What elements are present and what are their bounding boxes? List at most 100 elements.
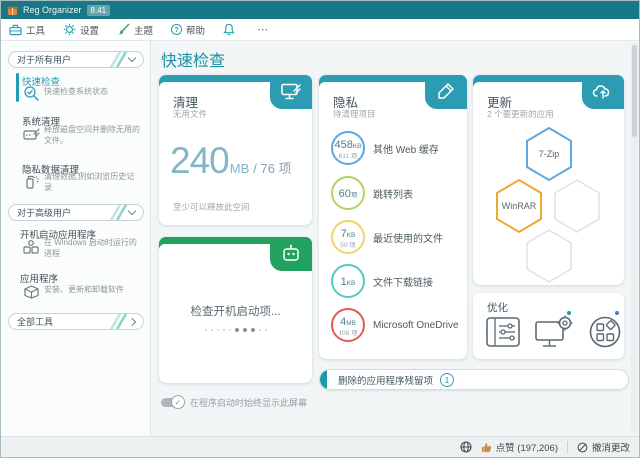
privacy-item-label: 跳转列表 <box>373 189 413 201</box>
privacy-item-onedrive[interactable]: 4MB 108 项 Microsoft OneDrive <box>331 308 459 342</box>
leftovers-count-badge: 1 <box>440 372 455 387</box>
privacy-item-web-cache[interactable]: 458KB 611 项 其他 Web 缓存 <box>331 131 439 165</box>
app-name-winrar: WinRAR <box>502 201 537 211</box>
status-bar: 点赞 (197,206) 撤消更改 <box>1 436 639 457</box>
sidebar-item-quick-check-desc: 快速检查系统状态 <box>44 87 108 96</box>
cleanup-card-icon <box>270 75 312 109</box>
undo-changes-button[interactable]: 撤消更改 <box>577 440 630 454</box>
notifications-button[interactable] <box>223 23 235 36</box>
disk-cleanup-icon <box>23 128 40 140</box>
optimize-card[interactable]: 优化 <box>473 293 624 359</box>
window-title: Reg Organizer <box>23 5 82 15</box>
chevron-right-icon <box>127 317 137 326</box>
vertical-scrollbar[interactable] <box>631 43 638 434</box>
paintbrush-icon <box>118 23 130 35</box>
sub-count: 108 项 <box>338 330 358 338</box>
bell-icon <box>223 23 235 36</box>
sidebar: 对于所有用户 快速检查 快速检查系统状态 系统清理 释放磁盘空间并删除无用的文件… <box>1 41 151 436</box>
cleanup-size: 240 MB / 76 项 <box>170 140 292 182</box>
privacy-item-recent-files[interactable]: 7KB 50 项 最近使用的文件 <box>331 220 443 254</box>
privacy-card[interactable]: 隐私 待清理项目 458KB 611 项 其他 Web 缓存 60项 跳转列表 <box>319 75 467 359</box>
robot-gear-icon <box>283 244 299 261</box>
page-title: 快速检查 <box>161 53 226 70</box>
menu-themes[interactable]: 主题 <box>117 23 153 37</box>
teal-cap <box>320 370 327 389</box>
privacy-subtitle: 待清理项目 <box>333 109 376 119</box>
menu-themes-label: 主题 <box>134 25 154 37</box>
title-bar: Reg Organizer 8.41 <box>1 1 639 19</box>
cleanup-card[interactable]: 清理 无用文件 240 MB / 76 项 至少可以释放此空间 <box>159 75 312 225</box>
menu-tools[interactable]: 工具 <box>9 23 45 37</box>
section-header-advanced[interactable]: 对于高级用户 <box>8 204 144 221</box>
chevron-down-icon <box>127 53 137 63</box>
progress-ring: 7KB 50 项 <box>331 220 365 254</box>
menu-help[interactable]: 帮助 <box>171 23 205 37</box>
toggle-label: 在程序启动时始终显示此屏幕 <box>190 398 308 408</box>
scrollbar-thumb[interactable] <box>632 45 637 137</box>
all-tools-button[interactable]: 全部工具 <box>8 313 144 330</box>
system-tweaks-icon[interactable] <box>535 315 575 349</box>
menu-help-label: 帮助 <box>186 25 206 37</box>
cleanup-unit: MB <box>229 161 250 176</box>
globe-icon[interactable] <box>460 441 472 453</box>
undo-label: 撤消更改 <box>591 443 630 454</box>
app-shapes-icon[interactable] <box>587 315 623 349</box>
updates-subtitle: 2 个要更新的应用 <box>487 109 554 119</box>
privacy-item-label: 文件下载链接 <box>373 277 433 289</box>
startup-card-icon <box>270 237 312 271</box>
menu-tools-label: 工具 <box>26 25 46 37</box>
sidebar-item-startup-apps-desc: 在 Windows 启动时运行的进程 <box>44 238 137 258</box>
menu-settings[interactable]: 设置 <box>63 23 99 37</box>
privacy-item-jump-lists[interactable]: 60项 跳转列表 <box>331 176 413 210</box>
spray-bottle-icon <box>26 175 39 189</box>
stripes-decoration <box>109 52 128 67</box>
section-header-all-users[interactable]: 对于所有用户 <box>8 51 144 68</box>
undo-icon <box>577 442 588 452</box>
clean-monitor-icon <box>281 83 301 100</box>
privacy-card-icon <box>425 75 467 109</box>
startup-check-card[interactable]: 检查开机启动项... <box>159 237 312 383</box>
progress-ring: 458KB 611 项 <box>331 131 365 165</box>
ellipsis-icon: ⋯ <box>257 24 270 36</box>
sidebar-item-privacy-cleanup-desc: 清理数据,例如浏览历史记录 <box>44 172 135 192</box>
sidebar-item-system-cleanup-desc: 释放磁盘空间并删除无用的文件。 <box>44 125 140 145</box>
chevron-down-icon <box>127 206 137 216</box>
software-box-icon <box>24 285 39 299</box>
menu-settings-label: 设置 <box>80 25 100 37</box>
app-leftovers-bar[interactable]: 删除的应用程序残留项 1 <box>319 369 629 390</box>
app-icon <box>7 6 18 15</box>
cleanup-footer: 至少可以释放此空间 <box>173 202 250 212</box>
sub-count: 50 项 <box>340 242 356 250</box>
unit: KB <box>346 280 356 287</box>
unit: KB <box>352 143 362 151</box>
settings-panel-icon[interactable] <box>485 315 523 349</box>
marker-eraser-icon <box>438 83 454 99</box>
stripes-decoration <box>109 205 128 220</box>
privacy-item-download-links[interactable]: 1KB 文件下载链接 <box>331 264 433 298</box>
value: 60 <box>338 188 351 200</box>
privacy-item-label: Microsoft OneDrive <box>373 319 459 331</box>
help-icon <box>171 24 183 35</box>
like-button[interactable]: 点赞 (197,206) <box>481 440 558 454</box>
value: 458 <box>334 139 353 152</box>
menu-bar: 工具 设置 主题 帮助 <box>1 19 639 41</box>
startup-status-text: 检查开机启动项... <box>190 305 281 318</box>
cleanup-subtitle: 无用文件 <box>173 109 208 119</box>
startup-screen-toggle[interactable] <box>161 395 185 409</box>
main-panel: 快速检查 清理 无用文件 240 MB / 76 项 至少可以释放此空间 检查开… <box>151 41 639 436</box>
loading-dots <box>204 327 267 332</box>
sub-count: 611 项 <box>338 153 358 161</box>
updates-card[interactable]: 更新 2 个要更新的应用 7-Zip WinRAR <box>473 75 624 285</box>
show-on-startup-toggle-row: 在程序启动时始终显示此屏幕 <box>161 395 308 409</box>
leftovers-label: 删除的应用程序残留项 <box>338 375 434 387</box>
unit: 项 <box>350 192 358 199</box>
empty-hexagon <box>554 179 600 233</box>
selected-indicator <box>16 73 19 102</box>
privacy-item-label: 最近使用的文件 <box>373 233 443 245</box>
unit: MB <box>346 320 356 328</box>
menu-more[interactable]: ⋯ <box>253 23 269 36</box>
updates-hexagons: 7-Zip WinRAR <box>496 126 600 283</box>
cloud-update-icon <box>592 85 610 99</box>
separator <box>566 441 568 453</box>
privacy-item-label: 其他 Web 缓存 <box>373 144 439 156</box>
